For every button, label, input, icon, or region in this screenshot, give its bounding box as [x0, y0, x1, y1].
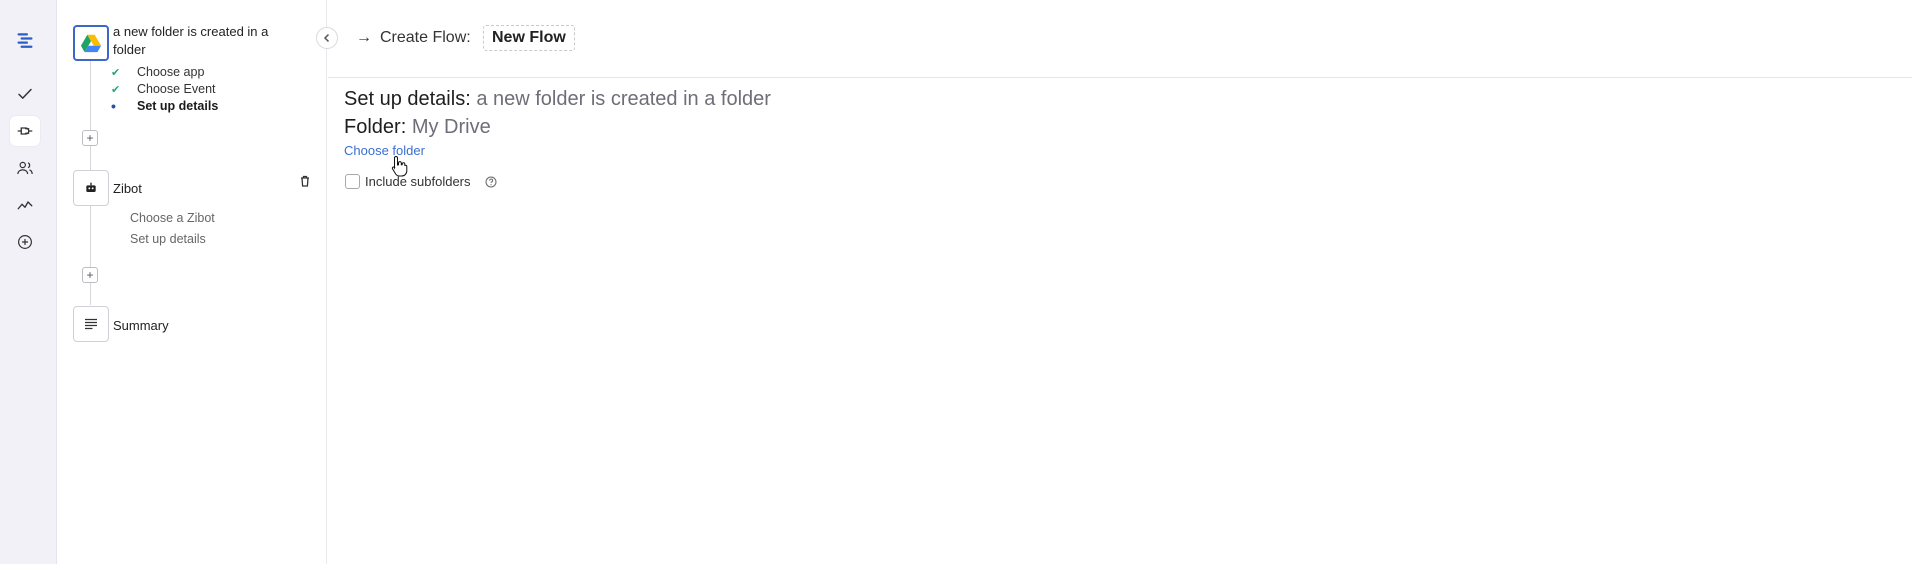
include-subfolders-label[interactable]: Include subfolders — [365, 174, 471, 189]
folder-heading: Folder: My Drive — [344, 116, 491, 138]
nav-rail — [0, 0, 57, 564]
robot-icon — [86, 182, 96, 192]
substep-choose-a-zibot[interactable]: Choose a Zibot — [130, 210, 215, 226]
include-subfolders-checkbox[interactable] — [345, 174, 360, 189]
add-step-button[interactable]: + — [82, 130, 98, 146]
create-flow-label: Create Flow: — [380, 29, 471, 46]
analytics-chart-icon[interactable] — [10, 190, 40, 220]
chevron-left-icon — [323, 33, 330, 43]
check-icon: ✔ — [111, 83, 121, 96]
trigger-step-icon-box[interactable] — [73, 25, 109, 61]
choose-folder-link[interactable]: Choose folder — [344, 143, 425, 158]
collapse-panel-button[interactable] — [316, 27, 338, 49]
check-icon: ✔ — [111, 66, 121, 79]
substep-set-up-details[interactable]: • Set up details — [111, 98, 218, 114]
trigger-step-title[interactable]: a new folder is created in a folder — [113, 23, 293, 59]
zibot-step-icon-box[interactable] — [73, 170, 109, 206]
summary-step-title[interactable]: Summary — [113, 317, 169, 335]
arrow-right-icon: → — [356, 29, 372, 46]
flow-name-field[interactable]: New Flow — [483, 25, 575, 51]
connector-line — [90, 60, 91, 170]
zibot-step-title[interactable]: Zibot — [113, 180, 142, 198]
add-step-button[interactable]: + — [82, 267, 98, 283]
google-drive-icon — [80, 34, 102, 53]
hand-cursor-icon — [391, 155, 408, 177]
help-icon[interactable] — [485, 176, 497, 188]
tasks-check-icon[interactable] — [10, 79, 40, 109]
app-logo-icon[interactable] — [10, 25, 40, 55]
substep-zibot-set-up-details[interactable]: Set up details — [130, 231, 206, 247]
flows-plug-icon[interactable] — [10, 116, 40, 146]
users-icon[interactable] — [10, 153, 40, 183]
trash-icon[interactable] — [298, 174, 312, 188]
substep-choose-event[interactable]: ✔ Choose Event — [111, 81, 216, 97]
current-step-dot-icon: • — [111, 98, 116, 114]
setup-details-heading: Set up details: a new folder is created … — [344, 88, 771, 110]
summary-step-icon-box[interactable] — [73, 306, 109, 342]
summary-lines-icon — [85, 318, 97, 330]
substep-choose-app[interactable]: ✔ Choose app — [111, 64, 204, 80]
connector-line — [90, 205, 91, 305]
add-circle-icon[interactable] — [10, 227, 40, 257]
